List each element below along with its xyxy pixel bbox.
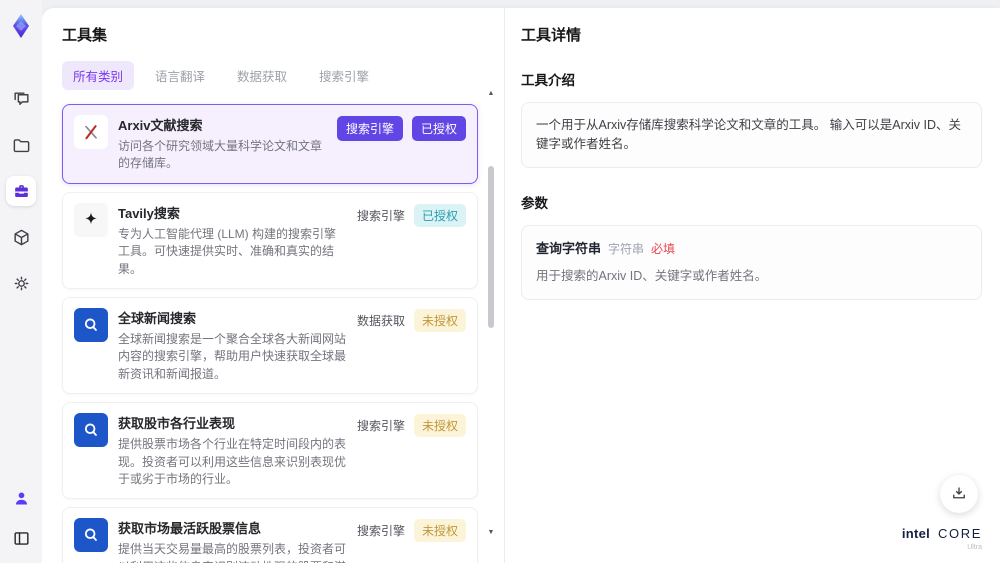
tool-list: Arxiv文献搜索 访问各个研究领域大量科学论文和文章的存储库。 搜索引擎 已授… [62, 104, 478, 563]
params-heading: 参数 [521, 195, 548, 211]
intro-box: 一个用于从Arxiv存储库搜索科学论文和文章的工具。 输入可以是Arxiv ID… [521, 102, 982, 168]
tool-card-arxiv[interactable]: Arxiv文献搜索 访问各个研究领域大量科学论文和文章的存储库。 搜索引擎 已授… [62, 104, 478, 184]
arxiv-logo-icon [74, 115, 108, 149]
intro-heading: 工具介绍 [521, 73, 575, 88]
tool-description: 专为人工智能代理 (LLM) 构建的搜索引擎工具。可快速提供实时、准确和真实的结… [118, 226, 337, 276]
param-description: 用于搜索的Arxiv ID、关键字或作者姓名。 [536, 269, 768, 283]
tool-card-sector-performance[interactable]: 获取股市各行业表现 提供股票市场各个行业在特定时间段内的表现。投资者可以利用这些… [62, 402, 478, 500]
category-badge: 搜索引擎 [356, 419, 405, 434]
tab-language-translation[interactable]: 语言翻译 [144, 61, 216, 90]
blue-magnifier-icon [74, 518, 108, 553]
settings-gear-icon[interactable] [6, 268, 36, 298]
list-scrollbar[interactable]: ▲ ▼ [487, 90, 495, 537]
tool-description: 提供当天交易量最高的股票列表，投资者可以利用这些信息来识别流动性强的股票和潜在的… [118, 542, 347, 563]
tool-card-most-active-stocks[interactable]: 获取市场最活跃股票信息 提供当天交易量最高的股票列表，投资者可以利用这些信息来识… [62, 507, 478, 563]
category-badge: 搜索引擎 [356, 208, 405, 223]
tool-name: 获取股市各行业表现 [118, 416, 236, 432]
auth-status-badge: 未授权 [413, 519, 466, 543]
tool-description: 提供股票市场各个行业在特定时间段内的表现。投资者可以利用这些信息来识别表现优于或… [118, 437, 347, 486]
scrollbar-down-arrow[interactable]: ▼ [487, 529, 495, 537]
intro-text: 一个用于从Arxiv存储库搜索科学论文和文章的工具。 输入可以是Arxiv ID… [536, 118, 962, 151]
tool-description: 访问各个研究领域大量科学论文和文章的存储库。 [118, 139, 323, 171]
auth-status-badge: 未授权 [413, 414, 466, 438]
tool-list-panel: 工具集 所有类别 语言翻译 数据获取 搜索引擎 Arxiv文献搜索 访问各个研究… [42, 8, 505, 563]
tab-data-fetch[interactable]: 数据获取 [226, 61, 298, 90]
auth-status-badge: 未授权 [413, 308, 466, 332]
collapse-panel-icon[interactable] [6, 523, 36, 553]
package-cube-icon[interactable] [6, 222, 36, 252]
download-button[interactable] [940, 475, 978, 513]
folder-icon[interactable] [6, 130, 36, 160]
category-tabs: 所有类别 语言翻译 数据获取 搜索引擎 [62, 61, 478, 90]
tool-name: Tavily搜索 [118, 205, 180, 221]
blue-magnifier-icon [74, 413, 108, 448]
intel-brand-text: intel [901, 526, 931, 541]
detail-title: 工具详情 [521, 27, 582, 44]
toolbox-icon-active[interactable] [6, 176, 36, 206]
auth-status-badge: 已授权 [413, 203, 466, 227]
param-required-label: 必填 [651, 241, 676, 256]
intel-core-text: CORE [938, 526, 982, 541]
scrollbar-thumb[interactable] [488, 166, 494, 328]
tool-description: 全球新闻搜索是一个聚合全球各大新闻网站内容的搜索引擎，帮助用户快速获取全球最新资… [118, 331, 347, 381]
chat-icon[interactable] [6, 84, 36, 114]
category-badge: 搜索引擎 [356, 524, 405, 539]
param-name: 查询字符串 [536, 240, 602, 256]
tool-detail-panel: 工具详情 工具介绍 一个用于从Arxiv存储库搜索科学论文和文章的工具。 输入可… [505, 8, 1000, 563]
param-type: 字符串 [608, 241, 645, 256]
tab-search-engine[interactable]: 搜索引擎 [308, 61, 380, 90]
page-title: 工具集 [62, 27, 108, 44]
category-badge: 搜索引擎 [336, 116, 403, 141]
user-avatar-icon[interactable] [6, 483, 36, 513]
blue-magnifier-icon [74, 307, 108, 342]
tool-name: 获取市场最活跃股票信息 [118, 521, 262, 537]
scrollbar-up-arrow[interactable]: ▲ [487, 90, 495, 98]
left-sidebar [0, 0, 42, 563]
tab-all-categories[interactable]: 所有类别 [62, 61, 135, 90]
tool-name: Arxiv文献搜索 [118, 118, 203, 133]
intel-core-logo: intel CORE Ultra [902, 525, 982, 551]
app-window: 工具集 所有类别 语言翻译 数据获取 搜索引擎 Arxiv文献搜索 访问各个研究… [0, 0, 1000, 563]
tool-card-global-news[interactable]: 全球新闻搜索 全球新闻搜索是一个聚合全球各大新闻网站内容的搜索引擎，帮助用户快速… [62, 296, 478, 395]
tool-card-tavily[interactable]: Tavily搜索 专为人工智能代理 (LLM) 构建的搜索引擎工具。可快速提供实… [62, 191, 478, 289]
app-logo-icon[interactable] [7, 12, 35, 40]
param-box: 查询字符串 字符串 必填 用于搜索的Arxiv ID、关键字或作者姓名。 [521, 224, 982, 300]
category-badge: 数据获取 [356, 313, 405, 328]
tavily-star-icon [74, 202, 108, 237]
intel-ultra-text: Ultra [967, 544, 982, 551]
auth-status-badge: 已授权 [411, 116, 466, 141]
main-content: 工具集 所有类别 语言翻译 数据获取 搜索引擎 Arxiv文献搜索 访问各个研究… [42, 8, 1000, 563]
tool-name: 全球新闻搜索 [118, 310, 197, 326]
